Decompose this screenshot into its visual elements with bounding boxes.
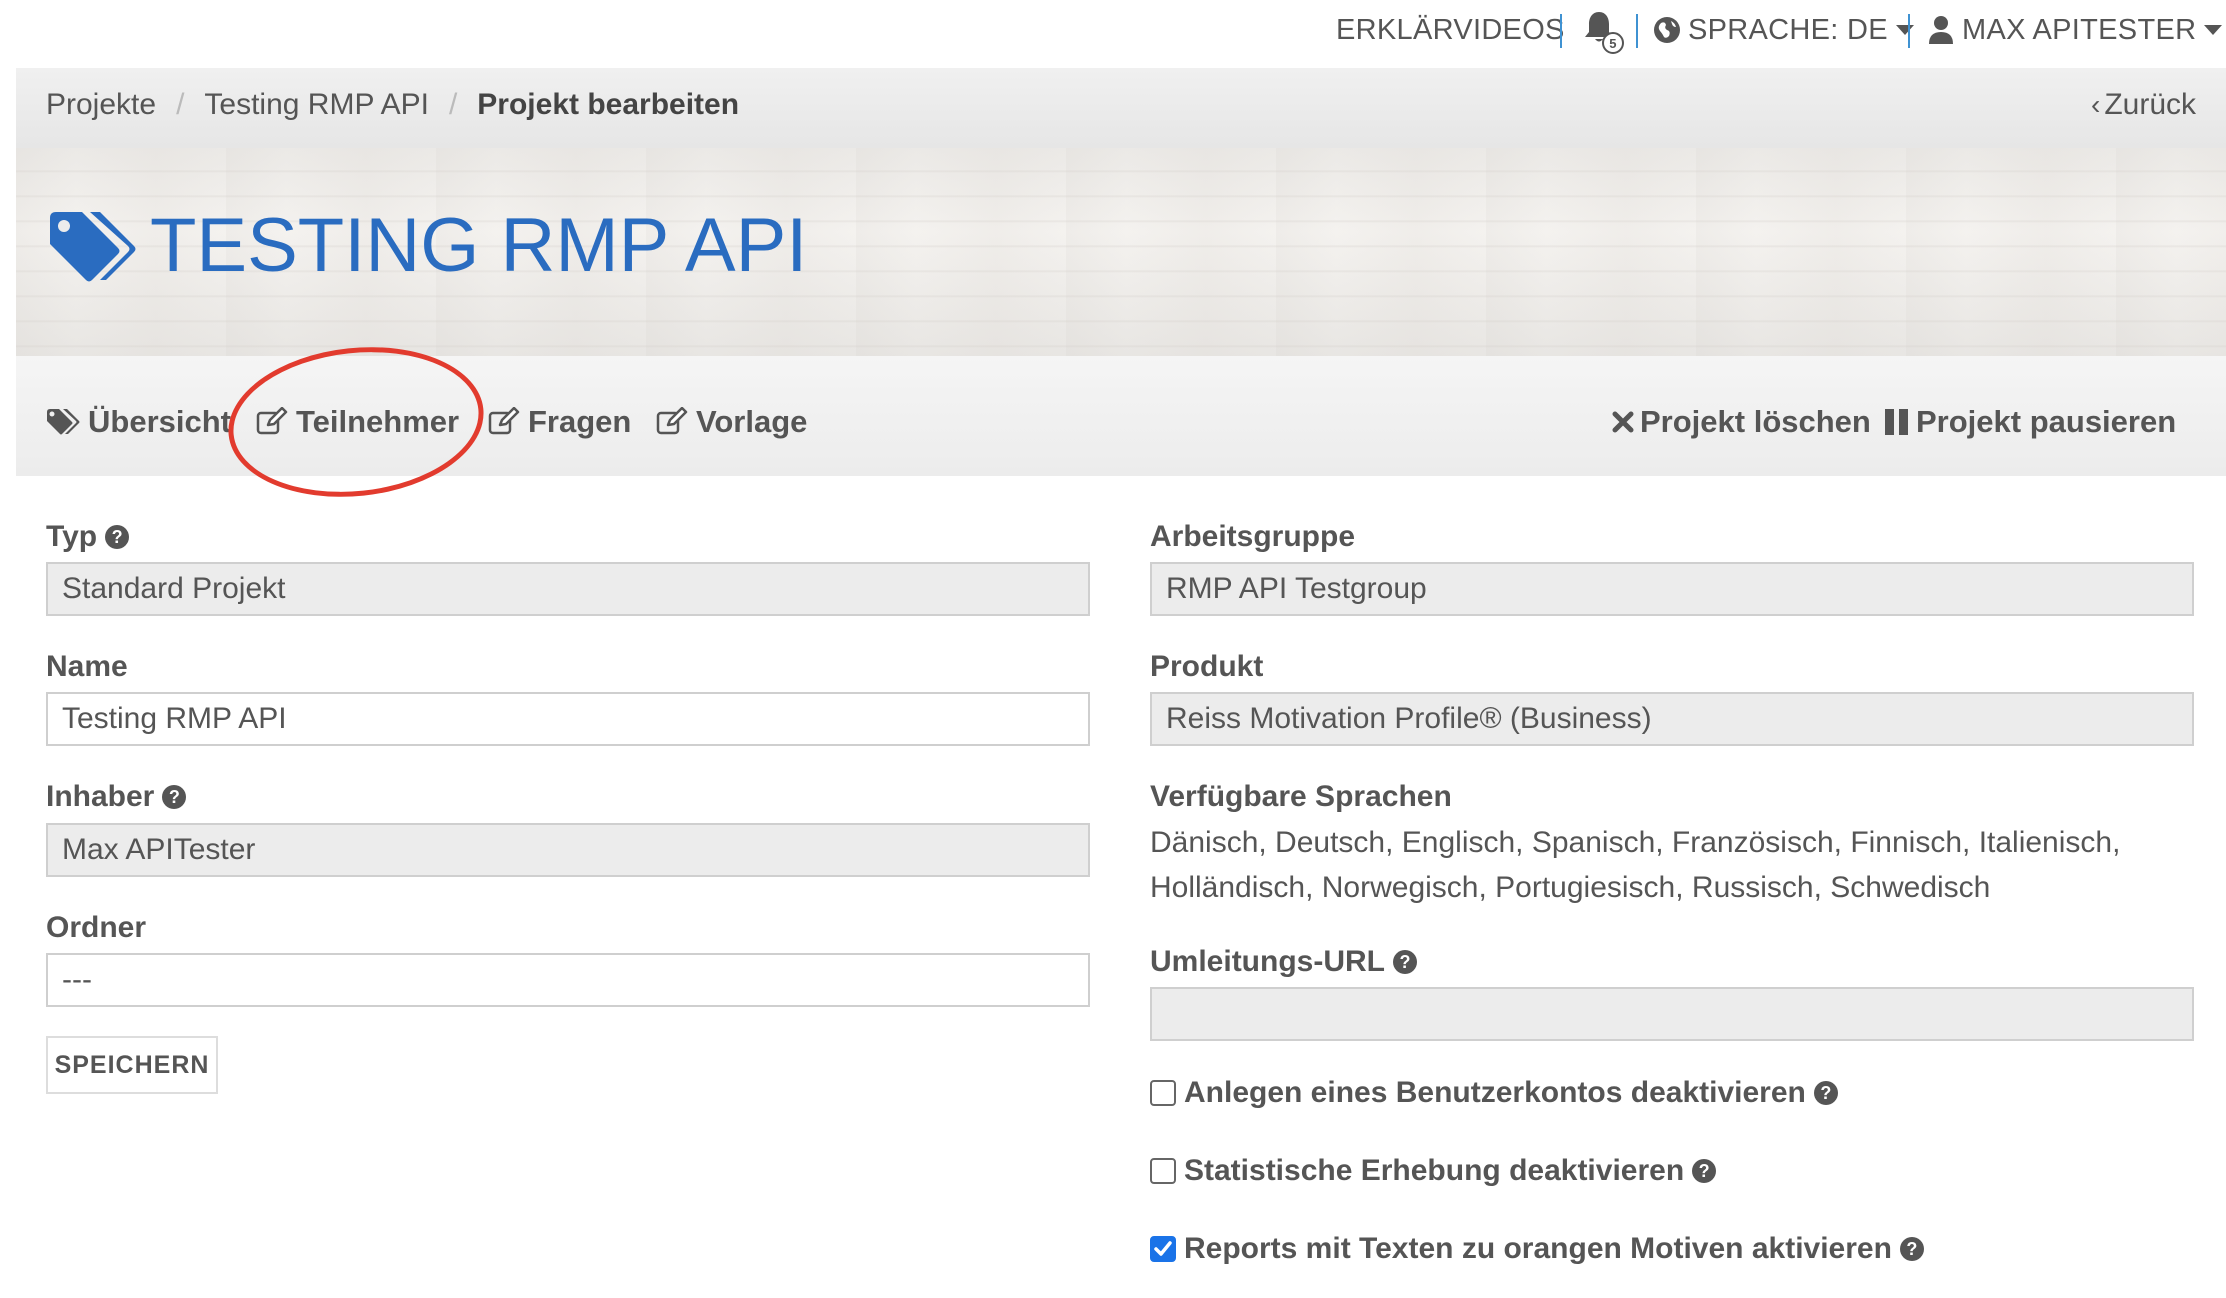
pause-project-label: Projekt pausieren [1916, 404, 2177, 439]
checkmark-icon [1154, 1241, 1172, 1256]
product-value: Reiss Motivation Profile® (Business) [1166, 702, 1652, 735]
languages-label-text: Verfügbare Sprachen [1150, 780, 1452, 813]
folder-select[interactable]: --- [46, 953, 1090, 1007]
type-field: Standard Projekt [46, 562, 1090, 616]
type-label: Typ ? [46, 520, 130, 554]
breadcrumb-projects[interactable]: Projekte [46, 88, 156, 122]
owner-field: Max APITester [46, 823, 1090, 877]
help-icon[interactable]: ? [1899, 1237, 1924, 1261]
workgroup-label-text: Arbeitsgruppe [1150, 520, 1356, 553]
disable-account-label: Anlegen eines Benutzerkontos deaktiviere… [1184, 1076, 1806, 1109]
folder-label-text: Ordner [46, 911, 147, 944]
tab-questions[interactable]: Fragen [488, 404, 631, 440]
orange-motives-reports-label: Reports mit Texten zu orangen Motiven ak… [1184, 1232, 1892, 1265]
disable-statistics-option[interactable]: Statistische Erhebung deaktivieren ? [1150, 1154, 1717, 1188]
edit-icon [656, 407, 688, 435]
page-title: TESTING RMP API [150, 203, 808, 288]
tab-template-label: Vorlage [696, 404, 808, 439]
explainer-videos-label: ERKLÄRVIDEOS [1336, 13, 1565, 46]
back-link[interactable]: ‹ Zurück [2091, 88, 2196, 122]
help-icon[interactable]: ? [1393, 950, 1417, 974]
redirect-url-label: Umleitungs-URL ? [1150, 945, 1417, 979]
languages-list: Dänisch, Deutsch, Englisch, Spanisch, Fr… [1150, 826, 2121, 904]
save-button-label: SPEICHERN [54, 1050, 210, 1079]
help-icon[interactable]: ? [1813, 1081, 1838, 1105]
user-menu[interactable]: MAX APITESTER [1928, 10, 2223, 50]
disable-statistics-checkbox[interactable] [1150, 1158, 1176, 1184]
language-label: SPRACHE: DE [1688, 13, 1888, 46]
product-label-text: Produkt [1150, 650, 1264, 683]
name-label-text: Name [46, 650, 128, 683]
help-icon[interactable]: ? [1692, 1159, 1717, 1183]
breadcrumb-project[interactable]: Testing RMP API [204, 88, 429, 122]
orange-motives-reports-checkbox[interactable] [1150, 1236, 1176, 1262]
pause-project-button[interactable]: Projekt pausieren [1884, 404, 2176, 440]
disable-account-checkbox[interactable] [1150, 1080, 1176, 1106]
tags-icon [47, 409, 80, 435]
type-value: Standard Projekt [62, 572, 286, 605]
disable-statistics-label: Statistische Erhebung deaktivieren [1184, 1154, 1685, 1187]
chevron-down-icon [2204, 25, 2223, 35]
project-header: TESTING RMP API [16, 148, 2226, 356]
tab-template[interactable]: Vorlage [656, 404, 807, 440]
delete-project-button[interactable]: Projekt löschen [1612, 404, 1871, 440]
folder-value: --- [62, 963, 92, 996]
owner-value: Max APITester [62, 833, 256, 866]
workgroup-field: RMP API Testgroup [1150, 562, 2194, 616]
user-name: MAX APITESTER [1962, 13, 2197, 46]
help-icon[interactable]: ? [105, 525, 130, 549]
owner-label: Inhaber ? [46, 780, 187, 814]
top-navigation: ERKLÄRVIDEOS 5 SPRACHE: DE MAX APITESTER [0, 0, 2226, 68]
disable-account-option[interactable]: Anlegen eines Benutzerkontos deaktiviere… [1150, 1076, 1838, 1110]
tags-icon [50, 212, 136, 282]
save-button[interactable]: SPEICHERN [46, 1036, 218, 1094]
delete-project-label: Projekt löschen [1640, 404, 1871, 439]
user-icon [1929, 16, 1953, 44]
name-value: Testing RMP API [62, 702, 287, 735]
breadcrumb: Projekte / Testing RMP API / Projekt bea… [46, 88, 739, 122]
languages-label: Verfügbare Sprachen [1150, 780, 1452, 814]
chevron-left-icon: ‹ [2090, 89, 2101, 120]
close-icon [1612, 411, 1634, 433]
divider [1908, 14, 1910, 48]
notifications-button[interactable]: 5 [1582, 10, 1624, 54]
globe-icon [1654, 17, 1680, 43]
tab-questions-label: Fragen [528, 404, 632, 439]
back-label: Zurück [2104, 88, 2196, 121]
edit-icon [488, 407, 520, 435]
divider [1560, 14, 1562, 48]
redirect-url-label-text: Umleitungs-URL [1150, 945, 1385, 978]
product-label: Produkt [1150, 650, 1263, 684]
folder-label: Ordner [46, 911, 146, 945]
tab-overview-label: Übersicht [88, 404, 231, 439]
workgroup-label: Arbeitsgruppe [1150, 520, 1355, 554]
breadcrumb-current: Projekt bearbeiten [477, 88, 740, 121]
breadcrumb-separator: / [448, 88, 458, 121]
redirect-url-input[interactable] [1150, 987, 2194, 1041]
name-label: Name [46, 650, 128, 684]
bell-icon: 5 [1582, 10, 1624, 54]
divider [1636, 14, 1638, 48]
type-label-text: Typ [46, 520, 98, 553]
chevron-down-icon [1895, 25, 1914, 35]
workgroup-value: RMP API Testgroup [1166, 572, 1427, 605]
help-icon[interactable]: ? [162, 785, 187, 809]
breadcrumb-separator: / [176, 88, 185, 121]
orange-motives-reports-option[interactable]: Reports mit Texten zu orangen Motiven ak… [1150, 1232, 1924, 1266]
explainer-videos-link[interactable]: ERKLÄRVIDEOS [1336, 10, 1565, 50]
name-input[interactable]: Testing RMP API [46, 692, 1090, 746]
notification-count-badge: 5 [1602, 32, 1624, 54]
owner-label-text: Inhaber [46, 780, 155, 813]
tab-overview[interactable]: Übersicht [46, 404, 231, 440]
product-field: Reiss Motivation Profile® (Business) [1150, 692, 2194, 746]
breadcrumb-bar: Projekte / Testing RMP API / Projekt bea… [16, 68, 2226, 148]
pause-icon [1885, 409, 1908, 435]
language-dropdown[interactable]: SPRACHE: DE [1652, 10, 1914, 50]
